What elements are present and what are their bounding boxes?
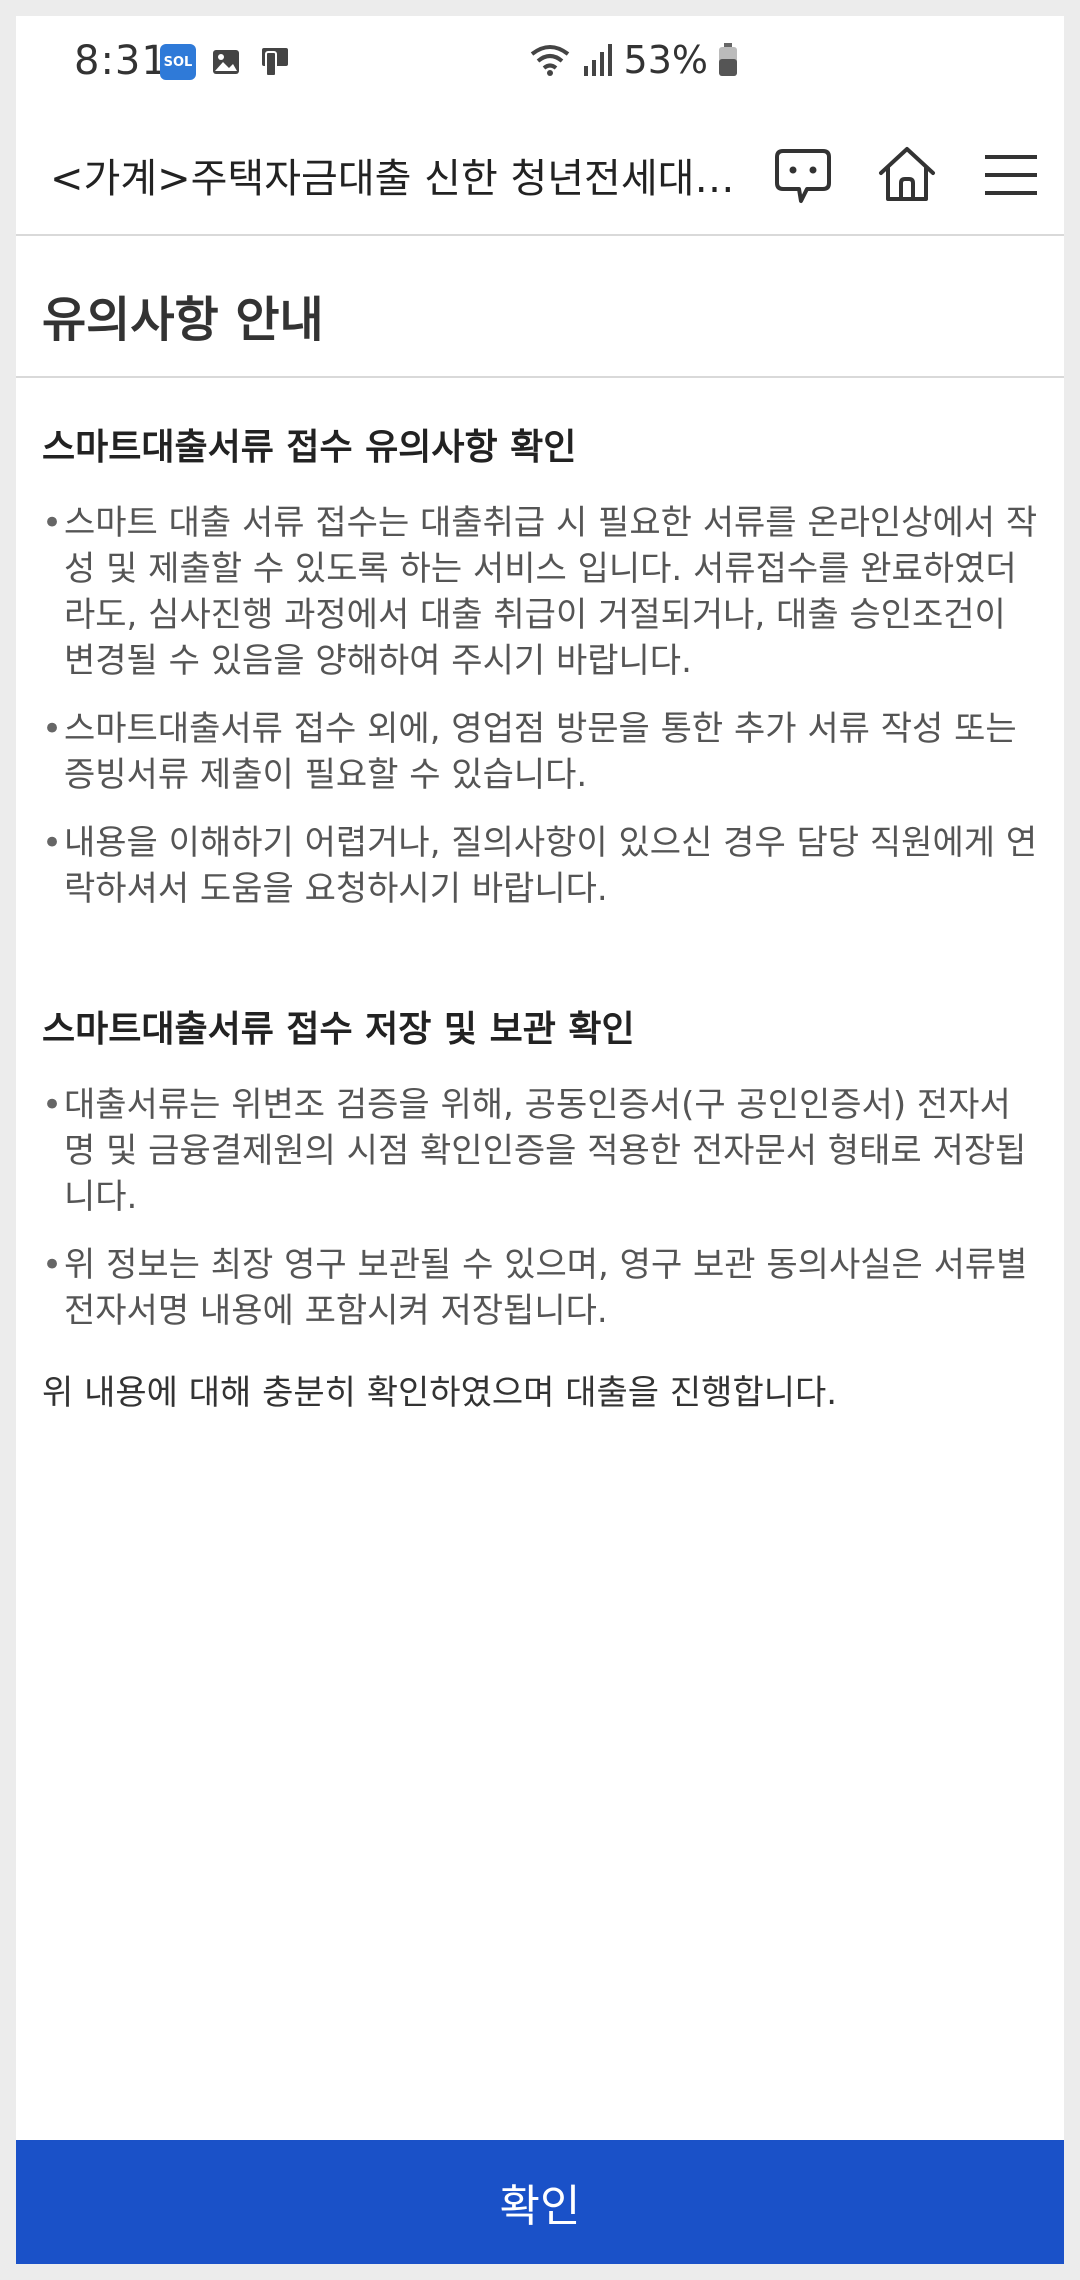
sol-app-badge: SOL bbox=[163, 54, 193, 70]
precautions-list: 스마트 대출 서류 접수는 대출취급 시 필요한 서류를 온라인상에서 작성 및… bbox=[42, 500, 1042, 912]
list-item: 대출서류는 위변조 검증을 위해, 공동인증서(구 공인인증서) 전자서명 및 … bbox=[42, 1082, 1042, 1220]
system-indicators: 53% bbox=[528, 38, 738, 82]
confirm-button[interactable]: 확인 bbox=[16, 2140, 1064, 2264]
battery-icon bbox=[719, 43, 737, 76]
storage-list: 대출서류는 위변조 검증을 위해, 공동인증서(구 공인인증서) 전자서명 및 … bbox=[42, 1082, 1042, 1334]
app-frame: 8:31 SOL 53% <가계>주택자금대출 신한 청년전세대… 유의사항 안… bbox=[16, 16, 1064, 2264]
home-button[interactable] bbox=[874, 142, 940, 208]
chat-icon bbox=[775, 149, 831, 203]
notification-icons: SOL bbox=[160, 44, 292, 80]
section-title-precautions: 스마트대출서류 접수 유의사항 확인 bbox=[42, 427, 577, 468]
section-title-storage: 스마트대출서류 접수 저장 및 보관 확인 bbox=[42, 1009, 635, 1050]
list-item: 스마트 대출 서류 접수는 대출취급 시 필요한 서류를 온라인상에서 작성 및… bbox=[42, 500, 1042, 684]
status-bar: 8:31 SOL 53% bbox=[16, 16, 1064, 112]
notice-content: 스마트대출서류 접수 유의사항 확인 스마트 대출 서류 접수는 대출취급 시 … bbox=[42, 418, 1042, 1416]
menu-icon bbox=[985, 155, 1037, 195]
signal-icon bbox=[583, 44, 612, 76]
status-time: 8:31 bbox=[74, 38, 168, 84]
app-header: <가계>주택자금대출 신한 청년전세대… bbox=[16, 112, 1064, 236]
page-title: 유의사항 안내 bbox=[42, 292, 324, 348]
confirm-statement: 위 내용에 대해 충분히 확인하였으며 대출을 진행합니다. bbox=[42, 1373, 838, 1413]
header-title: <가계>주택자금대출 신한 청년전세대… bbox=[50, 156, 735, 202]
sol-app-icon: SOL bbox=[160, 44, 196, 80]
gallery-icon bbox=[208, 44, 244, 80]
page-title-bar: 유의사항 안내 bbox=[16, 238, 1064, 378]
menu-button[interactable] bbox=[978, 142, 1044, 208]
wifi-icon bbox=[530, 45, 569, 76]
battery-percent: 53% bbox=[623, 38, 708, 82]
home-icon bbox=[879, 147, 935, 201]
list-item: 스마트대출서류 접수 외에, 영업점 방문을 통한 추가 서류 작성 또는 증빙… bbox=[42, 706, 1042, 798]
device-icon bbox=[256, 44, 292, 80]
list-item: 내용을 이해하기 어렵거나, 질의사항이 있으신 경우 담당 직원에게 연락하셔… bbox=[42, 820, 1042, 912]
chat-button[interactable] bbox=[770, 142, 836, 208]
list-item: 위 정보는 최장 영구 보관될 수 있으며, 영구 보관 동의사실은 서류별 전… bbox=[42, 1242, 1042, 1334]
